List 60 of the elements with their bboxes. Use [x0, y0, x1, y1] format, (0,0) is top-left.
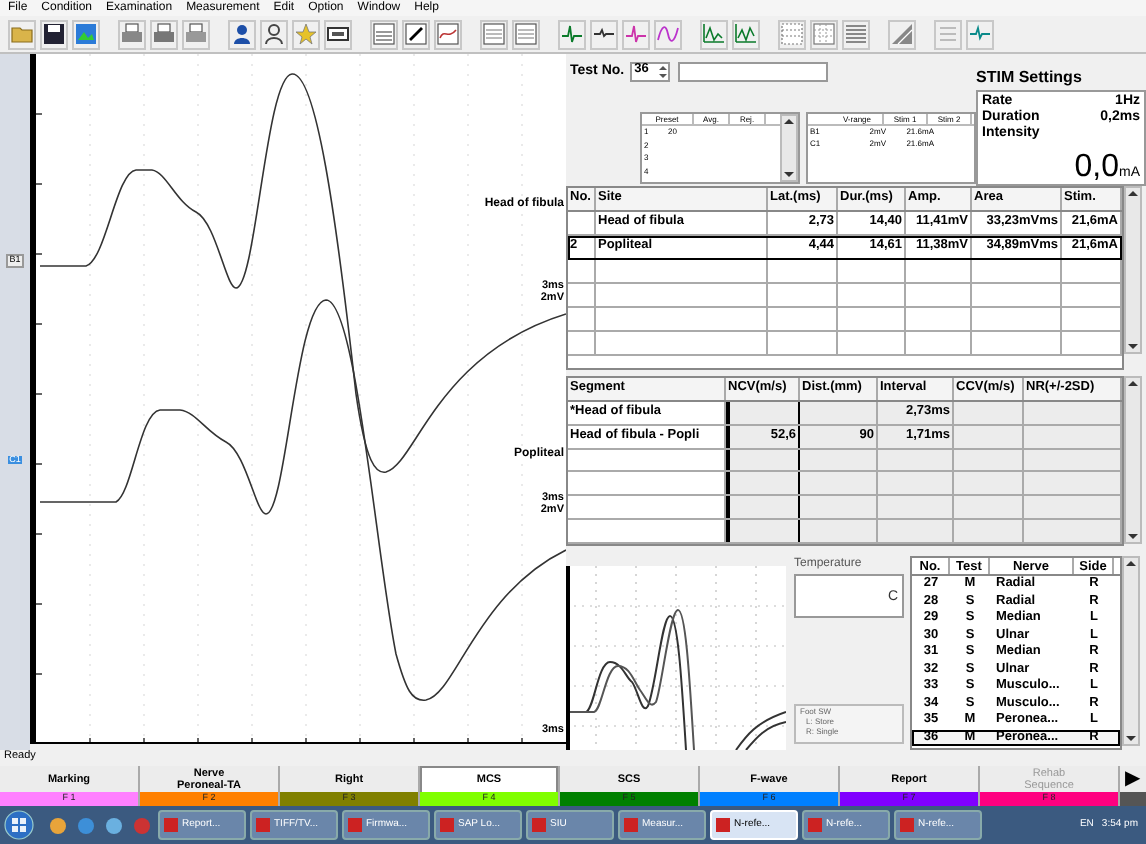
waveform-icon	[968, 22, 992, 46]
app-icon	[532, 818, 546, 832]
app-icon	[808, 818, 822, 832]
scroll-down-icon[interactable]	[1124, 732, 1138, 744]
grid-icon	[812, 22, 836, 46]
printer-icon	[120, 22, 144, 46]
scrollbar[interactable]	[780, 114, 798, 182]
toolbar-button[interactable]	[590, 19, 618, 49]
toolbar-button[interactable]	[324, 19, 352, 49]
scroll-up-icon[interactable]	[1124, 558, 1138, 570]
person-icon	[262, 22, 286, 46]
printer-icon	[152, 22, 176, 46]
person-icon	[230, 22, 254, 46]
text-field[interactable]	[678, 61, 829, 81]
waveform-icon	[702, 22, 726, 46]
app-icon	[348, 818, 362, 832]
scroll-down-icon[interactable]	[1126, 340, 1140, 352]
scroll-up-icon[interactable]	[782, 116, 796, 128]
waveform-icon	[624, 22, 648, 46]
app-icon	[716, 818, 730, 832]
spin-arrows-icon	[658, 63, 669, 79]
waveform-icon	[734, 22, 758, 46]
printer-icon	[184, 22, 208, 46]
toolbar-button[interactable]	[228, 19, 256, 49]
scrollbar[interactable]	[1122, 556, 1140, 746]
next-button[interactable]: ▶	[1120, 766, 1146, 792]
scrollbar[interactable]	[1124, 376, 1142, 544]
stim-settings-title: STIM Settings	[976, 70, 1084, 86]
scroll-down-icon[interactable]	[1126, 530, 1140, 542]
scrollbar[interactable]	[1124, 186, 1142, 354]
picture-icon	[74, 22, 98, 46]
list-icon	[936, 22, 960, 46]
scroll-down-icon[interactable]	[782, 168, 796, 180]
table-cell	[726, 449, 800, 471]
app-icon	[256, 818, 270, 832]
document-icon	[482, 22, 506, 46]
app-icon	[900, 818, 914, 832]
scroll-up-icon[interactable]	[1126, 378, 1140, 390]
app-icon	[624, 818, 638, 832]
table-cell	[726, 496, 800, 519]
function-key-strip	[1120, 792, 1146, 806]
app-icon	[440, 818, 454, 832]
star-icon	[294, 22, 318, 46]
ruler-icon	[890, 22, 914, 46]
toolbar-button[interactable]	[40, 19, 68, 49]
toolbar-button[interactable]	[260, 19, 288, 49]
document-icon	[514, 22, 538, 46]
waveform-icon	[436, 22, 460, 46]
toolbar-button[interactable]	[402, 19, 430, 49]
save-icon	[42, 22, 66, 46]
waveform-icon	[560, 22, 584, 46]
table-cell	[726, 520, 800, 543]
start-button-icon	[4, 810, 34, 840]
intensity-value: 0,0	[1074, 152, 1119, 184]
grid-icon	[844, 22, 868, 46]
pen-icon	[404, 22, 428, 46]
waveform-icon	[656, 22, 680, 46]
grid-icon	[780, 22, 804, 46]
folder-icon	[10, 22, 34, 46]
table-cell	[726, 472, 800, 495]
